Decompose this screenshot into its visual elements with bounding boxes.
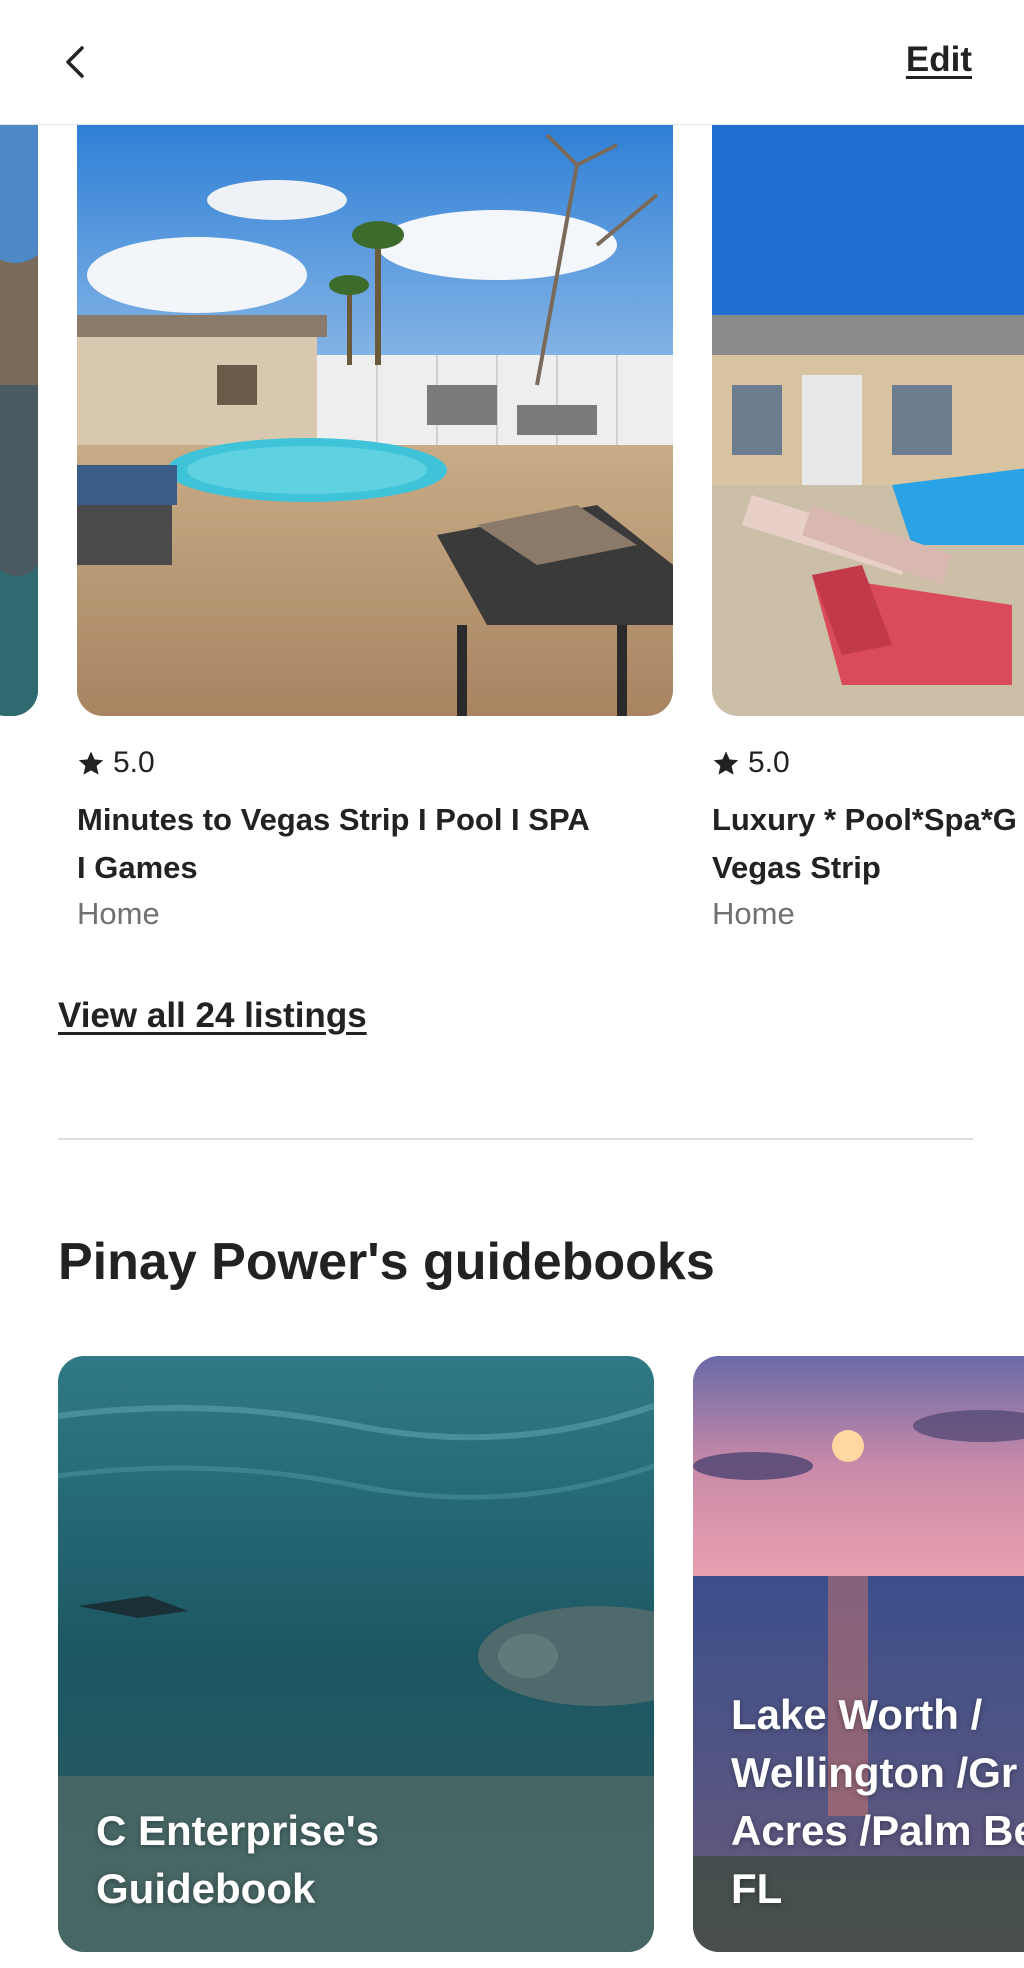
top-bar: Edit [0, 0, 1024, 125]
edit-button[interactable]: Edit [906, 40, 972, 80]
back-button[interactable] [52, 38, 100, 86]
guidebook-card[interactable]: C Enterprise's Guidebook [58, 1356, 654, 1952]
section-divider [58, 1138, 973, 1140]
star-icon [78, 751, 104, 775]
listing-title-line: I Games [77, 850, 198, 885]
chevron-left-icon [66, 46, 84, 78]
listing-title-line: Luxury * Pool*Spa*G [712, 802, 1017, 837]
listing-title-line: Vegas Strip [712, 850, 881, 885]
guidebook-title-line: Guidebook [96, 1865, 316, 1912]
rating-value: 5.0 [113, 746, 155, 779]
guidebook-title-line: C Enterprise's [96, 1807, 380, 1854]
guidebook-card[interactable]: Lake Worth / Wellington /Gr Acres /Palm … [693, 1356, 1024, 1952]
guidebooks-section-title: Pinay Power's guidebooks [58, 1233, 715, 1291]
listing-type: Home [712, 896, 795, 931]
listing-type: Home [77, 896, 160, 931]
listing-image-previous[interactable] [0, 125, 38, 716]
star-icon [713, 751, 739, 775]
view-all-listings-link[interactable]: View all 24 listings [58, 996, 367, 1036]
guidebook-title-line: Wellington /Gr [731, 1749, 1018, 1796]
rating-value: 5.0 [748, 746, 790, 779]
listing-rating: 5.0 [77, 746, 155, 780]
listing-image-luxury-pool[interactable] [712, 125, 1024, 716]
listing-title[interactable]: Minutes to Vegas Strip I Pool I SPA I Ga… [77, 796, 637, 892]
listing-title[interactable]: Luxury * Pool*Spa*G Vegas Strip [712, 796, 1024, 892]
listing-title-line: Minutes to Vegas Strip I Pool I SPA [77, 802, 590, 837]
guidebook-title: Lake Worth / Wellington /Gr Acres /Palm … [731, 1686, 1024, 1918]
guidebook-title-line: Acres /Palm Be [731, 1807, 1024, 1854]
guidebook-title-line: Lake Worth / [731, 1691, 983, 1738]
listing-rating: 5.0 [712, 746, 790, 780]
listing-image-vegas-pool[interactable] [77, 125, 673, 716]
guidebook-title-line: FL [731, 1865, 783, 1912]
guidebook-title: C Enterprise's Guidebook [96, 1802, 379, 1918]
